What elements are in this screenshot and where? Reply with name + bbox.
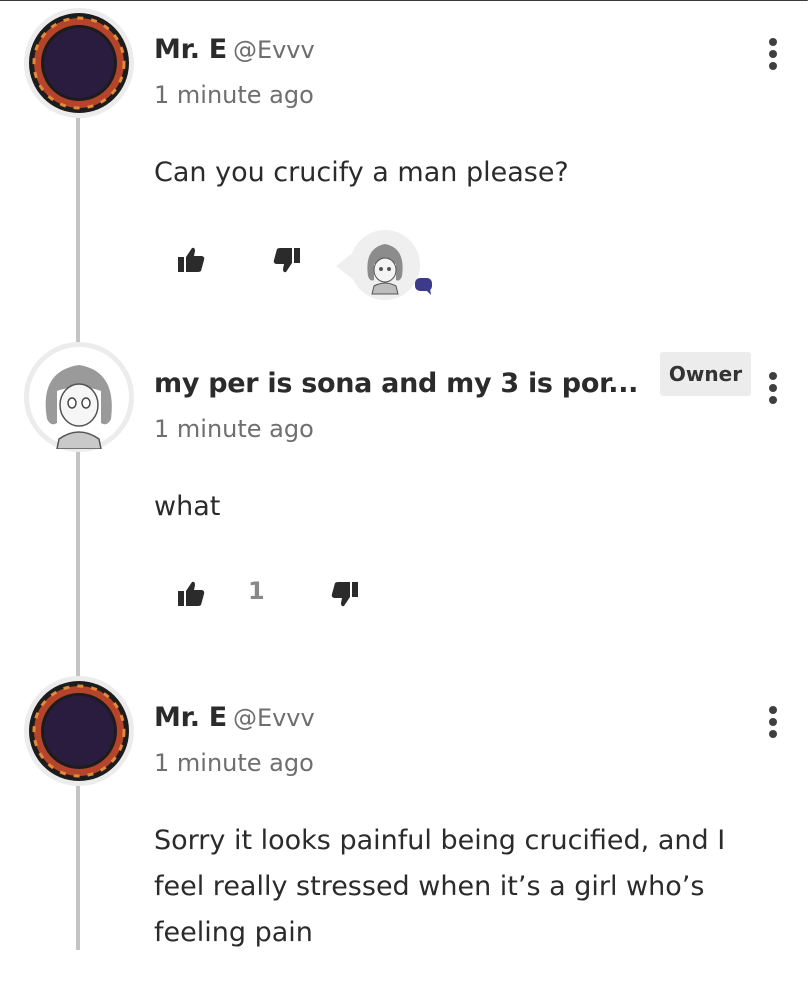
comment: Mr. E @Evvv 1 minute ago Sorry it looks p… [0, 676, 808, 1006]
user-handle[interactable]: @Evvv [233, 704, 315, 732]
dislike-button[interactable] [272, 246, 302, 278]
like-button[interactable] [176, 246, 206, 278]
display-name[interactable]: Mr. E [154, 34, 227, 65]
replier-avatar[interactable] [336, 230, 446, 302]
more-options-icon[interactable] [760, 34, 786, 74]
display-name[interactable]: my per is sona and my 3 is por... [154, 368, 638, 399]
thumbs-down-icon [331, 582, 358, 607]
comment-text: Sorry it looks painful being crucified, … [154, 825, 726, 948]
user-handle[interactable]: @Evvv [233, 36, 315, 64]
comment-header: Mr. E @Evvv [154, 32, 315, 68]
avatar[interactable] [24, 676, 134, 786]
avatar[interactable] [24, 8, 134, 118]
like-button[interactable] [176, 580, 206, 612]
timestamp: 1 minute ago [154, 749, 314, 777]
comment-header: Mr. E @Evvv [154, 700, 315, 736]
timestamp: 1 minute ago [154, 81, 314, 109]
character-avatar-icon [367, 244, 403, 295]
timestamp: 1 minute ago [154, 415, 314, 443]
thumbs-down-icon [273, 248, 300, 273]
comment-text: what [154, 491, 221, 522]
owner-badge: Owner [660, 352, 751, 396]
like-count: 1 [248, 577, 265, 605]
ring-avatar-icon [29, 13, 129, 113]
dislike-button[interactable] [330, 580, 360, 612]
character-avatar-icon [29, 347, 129, 449]
more-options-icon[interactable] [760, 368, 786, 408]
chat-bubble-icon [415, 278, 432, 295]
display-name[interactable]: Mr. E [154, 702, 227, 733]
comment: Mr. E @Evvv 1 minute ago Can you crucify … [0, 8, 808, 338]
comment-header: my per is sona and my 3 is por... [154, 366, 638, 402]
more-options-icon[interactable] [760, 702, 786, 742]
avatar[interactable] [24, 342, 134, 452]
thumbs-up-icon [178, 581, 205, 606]
ring-avatar-icon [29, 681, 129, 781]
top-border [0, 0, 808, 1]
comment-text: Can you crucify a man please? [154, 157, 569, 188]
thumbs-up-icon [178, 247, 205, 272]
